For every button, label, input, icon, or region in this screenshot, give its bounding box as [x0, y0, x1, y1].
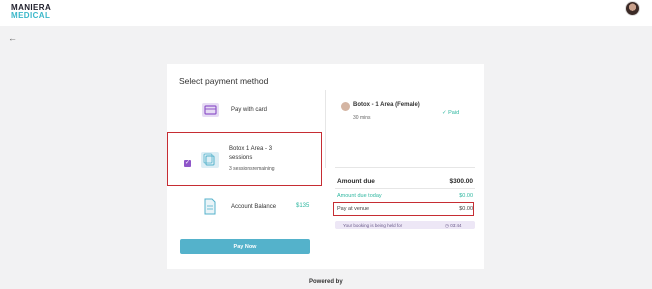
divider: [325, 90, 326, 168]
hold-time: 03:44: [450, 222, 462, 228]
paid-status: ✓ Paid: [442, 110, 459, 116]
paid-label: Paid: [448, 110, 460, 116]
option-account-balance[interactable]: Account Balance: [167, 190, 322, 234]
user-avatar[interactable]: [625, 1, 640, 16]
amount-due-value: $300.00: [449, 178, 474, 185]
option-label: Account Balance: [231, 204, 277, 210]
hold-timer: ◷ 03:44: [445, 223, 461, 229]
booking-item: Botox - 1 Area (Female) 30 mins ✓ Paid: [335, 94, 475, 134]
amount-due-row: Amount due $300.00: [337, 178, 473, 185]
card-icon: [202, 103, 219, 117]
practitioner-avatar: [341, 102, 350, 111]
service-duration: 30 mins: [353, 115, 371, 121]
divider: [335, 188, 475, 189]
service-name: Botox - 1 Area (Female): [353, 102, 420, 108]
document-icon: [203, 198, 217, 215]
top-bar: MANIERA MEDICAL: [0, 0, 652, 26]
highlight-box-package: [167, 132, 322, 186]
back-arrow-icon[interactable]: ←: [8, 33, 17, 43]
brand-logo[interactable]: MANIERA MEDICAL: [11, 4, 51, 20]
powered-by: Powered by: [309, 279, 343, 285]
due-today-value: $0.00: [459, 193, 473, 199]
page-title: Select payment method: [179, 76, 269, 86]
divider: [335, 167, 475, 168]
pay-now-button[interactable]: Pay Now: [180, 239, 310, 254]
amount-due-today-row: Amount due today $0.00: [337, 193, 473, 199]
payment-card: Select payment method Pay with card ✓ Bo…: [167, 64, 484, 269]
due-today-label: Amount due today: [337, 193, 382, 199]
account-balance-amount: $135: [296, 203, 310, 209]
brand-line2: MEDICAL: [11, 11, 51, 20]
option-label: Pay with card: [231, 107, 268, 113]
booking-hold-banner: Your booking is being held for ◷ 03:44: [335, 221, 475, 229]
highlight-box-venue: [333, 202, 474, 216]
amount-due-label: Amount due: [337, 178, 375, 185]
hold-text: Your booking is being held for: [343, 222, 403, 228]
